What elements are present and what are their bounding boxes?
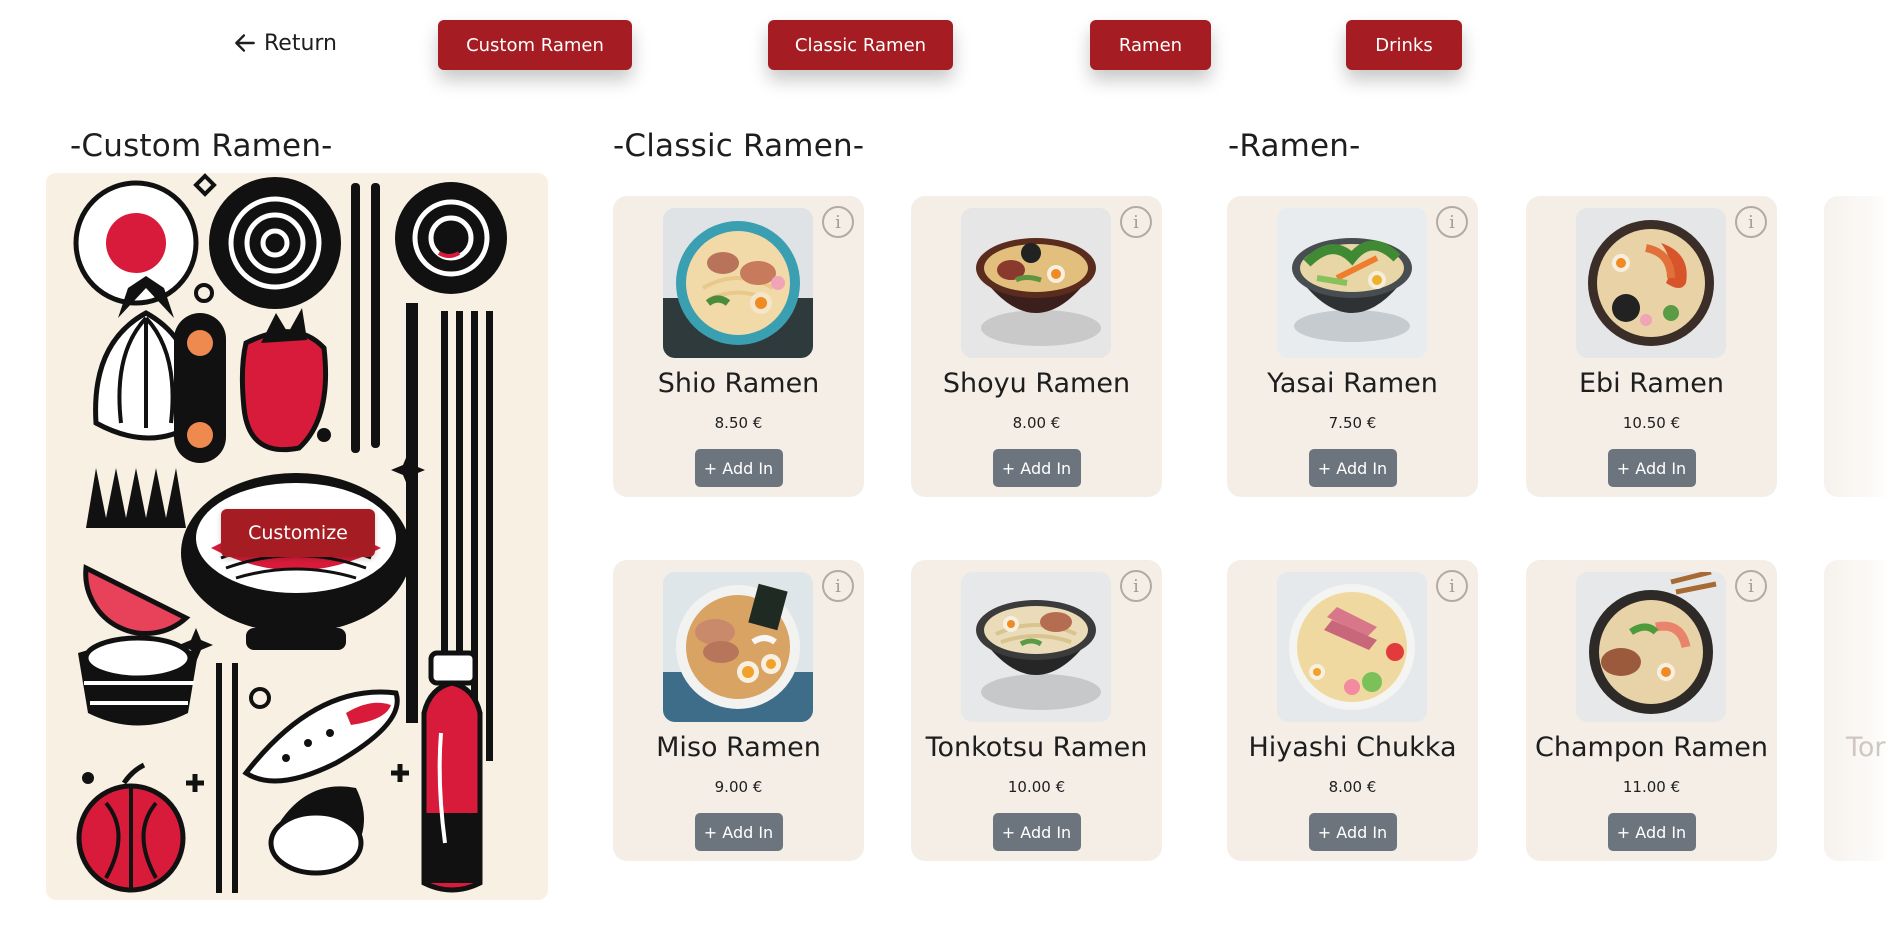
nav-drinks-button[interactable]: Drinks	[1346, 20, 1462, 70]
info-icon[interactable]: i	[1120, 206, 1152, 238]
return-label: Return	[264, 30, 338, 56]
menu-card-tonkotsu-ramen: i Tonkotsu Ramen 10.00 € + Add In	[911, 560, 1162, 861]
miso-ramen-photo	[663, 572, 813, 722]
classic-ramen-title: -Classic Ramen-	[613, 128, 865, 164]
menu-item-name: Champon Ramen	[1535, 732, 1768, 763]
menu-item-name: Hiyashi Chukka	[1248, 732, 1457, 763]
menu-item-price: 10.00 €	[1007, 778, 1066, 796]
add-in-button[interactable]: + Add In	[1308, 813, 1397, 851]
menu-card-shoyu-ramen: i Shoyu Ramen 8.00 € + Add In	[911, 196, 1162, 497]
tonkotsu-ramen-photo	[961, 572, 1111, 722]
add-in-button[interactable]: + Add In	[992, 449, 1081, 487]
add-in-button[interactable]: + Add In	[694, 813, 783, 851]
info-icon[interactable]: i	[1120, 570, 1152, 602]
shio-ramen-photo	[663, 208, 813, 358]
yasai-ramen-photo	[1277, 208, 1427, 358]
info-icon[interactable]: i	[822, 570, 854, 602]
info-icon[interactable]: i	[1735, 570, 1767, 602]
add-in-button[interactable]: + Add In	[1308, 449, 1397, 487]
partial-item-name: Tor	[1846, 732, 1886, 763]
hiyashi-chukka-photo	[1277, 572, 1427, 722]
menu-item-name: Tonkotsu Ramen	[925, 732, 1148, 763]
info-icon[interactable]: i	[1735, 206, 1767, 238]
menu-item-price: 8.00 €	[1328, 778, 1377, 796]
menu-card-yasai-ramen: i Yasai Ramen 7.50 € + Add In	[1227, 196, 1478, 497]
menu-card-partial: Tor	[1824, 560, 1890, 861]
add-in-button[interactable]: + Add In	[1607, 449, 1696, 487]
menu-card-partial	[1824, 196, 1890, 497]
menu-item-price: 8.00 €	[1012, 414, 1061, 432]
menu-item-price: 9.00 €	[714, 778, 763, 796]
arrow-left-icon	[235, 34, 255, 52]
menu-item-price: 7.50 €	[1328, 414, 1377, 432]
custom-ramen-panel: Customize	[46, 173, 548, 900]
shoyu-ramen-photo	[961, 208, 1111, 358]
menu-item-name: Miso Ramen	[656, 732, 821, 763]
info-icon[interactable]: i	[1436, 206, 1468, 238]
custom-ramen-title: -Custom Ramen-	[70, 128, 333, 164]
nav-custom-ramen-button[interactable]: Custom Ramen	[438, 20, 632, 70]
info-icon[interactable]: i	[822, 206, 854, 238]
menu-card-miso-ramen: i Miso Ramen 9.00 € + Add In	[613, 560, 864, 861]
menu-item-name: Shio Ramen	[657, 368, 820, 399]
add-in-button[interactable]: + Add In	[992, 813, 1081, 851]
champon-ramen-photo	[1576, 572, 1726, 722]
menu-card-champon-ramen: i Champon Ramen 11.00 € + Add In	[1526, 560, 1777, 861]
add-in-button[interactable]: + Add In	[1607, 813, 1696, 851]
add-in-button[interactable]: + Add In	[694, 449, 783, 487]
menu-card-hiyashi-chukka: i Hiyashi Chukka 8.00 € + Add In	[1227, 560, 1478, 861]
customize-button[interactable]: Customize	[221, 509, 375, 557]
nav-ramen-button[interactable]: Ramen	[1090, 20, 1211, 70]
menu-card-ebi-ramen: i Ebi Ramen 10.50 € + Add In	[1526, 196, 1777, 497]
menu-item-name: Shoyu Ramen	[942, 368, 1131, 399]
ebi-ramen-photo	[1576, 208, 1726, 358]
menu-item-name: Yasai Ramen	[1267, 368, 1438, 399]
menu-card-shio-ramen: i Shio Ramen 8.50 € + Add In	[613, 196, 864, 497]
info-icon[interactable]: i	[1436, 570, 1468, 602]
menu-item-name: Ebi Ramen	[1578, 368, 1725, 399]
nav-classic-ramen-button[interactable]: Classic Ramen	[768, 20, 953, 70]
return-button[interactable]: Return	[232, 26, 337, 60]
menu-item-price: 11.00 €	[1622, 778, 1681, 796]
ramen-title: -Ramen-	[1228, 128, 1361, 164]
menu-item-price: 8.50 €	[714, 414, 763, 432]
menu-item-price: 10.50 €	[1622, 414, 1681, 432]
